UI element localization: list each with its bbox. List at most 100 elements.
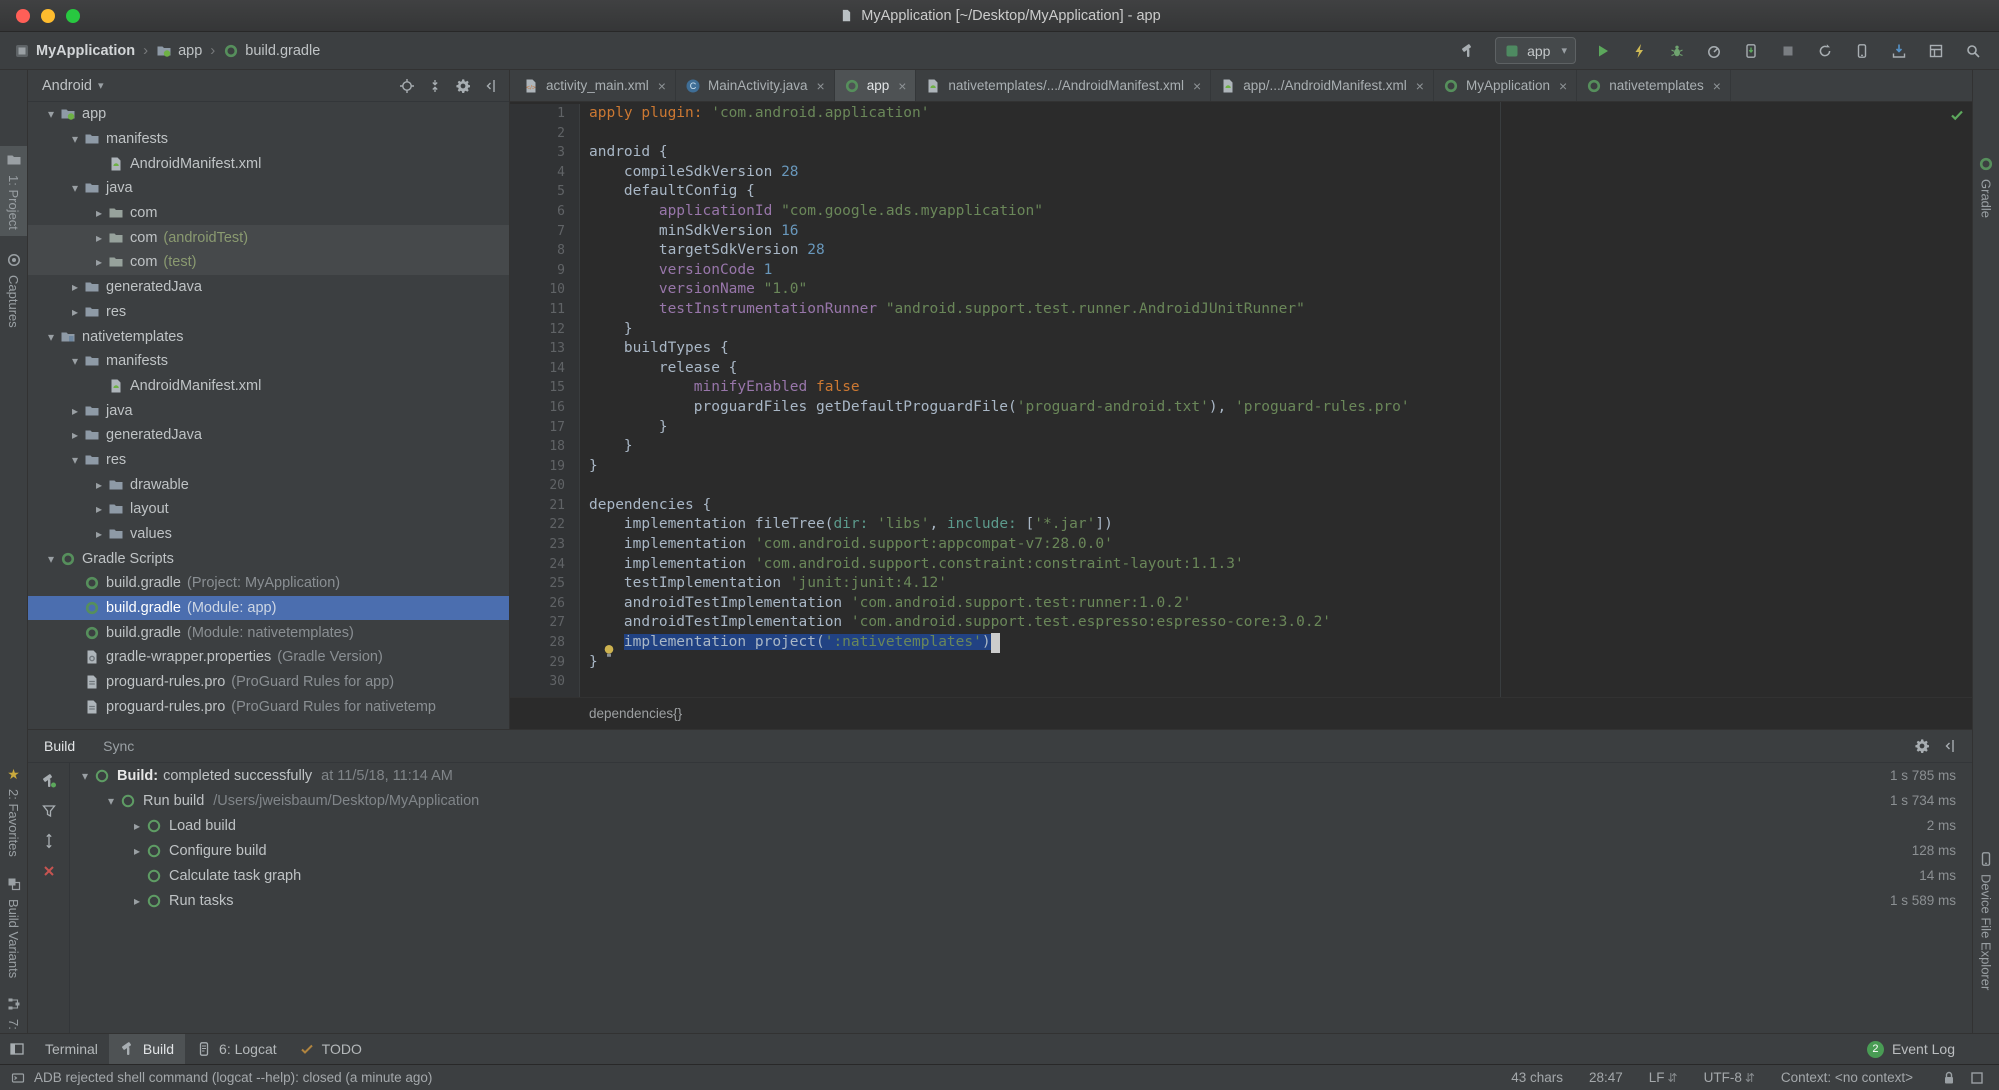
expand-arrow-icon[interactable]: ▾ [42, 107, 60, 121]
code-line-19[interactable]: } [589, 457, 1958, 477]
rerun-build-icon[interactable] [41, 773, 57, 789]
tab-nativetemplates[interactable]: nativetemplates × [1577, 70, 1731, 101]
expand-arrow-icon[interactable]: ▸ [90, 527, 108, 541]
instant-run-icon[interactable] [1630, 41, 1650, 61]
code-line-7[interactable]: minSdkVersion 16 [589, 222, 1958, 242]
tree-item-proguard-rules-pro-proguard-rules-for-nativetemp[interactable]: proguard-rules.pro (ProGuard Rules for na… [28, 695, 509, 720]
status-widget-43-chars[interactable]: 43 chars [1511, 1070, 1563, 1085]
expand-arrow-icon[interactable]: ▸ [90, 478, 108, 492]
bottom-tab-6-logcat[interactable]: 6: Logcat [185, 1034, 288, 1064]
layout-inspector-icon[interactable] [1926, 41, 1946, 61]
build-hammer-icon[interactable] [1458, 41, 1478, 61]
tree-item-com-androidtest[interactable]: ▸ com (androidTest) [28, 225, 509, 251]
hide-panel-icon[interactable] [1942, 738, 1958, 754]
tree-item-build-gradle-module-app[interactable]: build.gradle (Module: app) [28, 595, 509, 621]
toolwindow-button-captures[interactable]: Captures [0, 246, 27, 334]
code-line-23[interactable]: implementation 'com.android.support:appc… [589, 535, 1958, 555]
tree-item-generatedjava[interactable]: ▸ generatedJava [28, 423, 509, 448]
build-row-run-tasks[interactable]: ▸ Run tasks 1 s 589 ms [70, 888, 1972, 913]
tab-app-androidmanifest-xml[interactable]: app/.../AndroidManifest.xml × [1211, 70, 1434, 101]
code-line-1[interactable]: apply plugin: 'com.android.application' [589, 104, 1958, 124]
tree-item-com-test[interactable]: ▸ com (test) [28, 250, 509, 275]
toolwindow-button-gradle[interactable]: Gradle [1973, 150, 1999, 224]
tree-item-manifests[interactable]: ▾ manifests [28, 127, 509, 152]
code-line-24[interactable]: implementation 'com.android.support.cons… [589, 555, 1958, 575]
close-tab-icon[interactable]: × [1713, 78, 1721, 94]
avd-manager-icon[interactable] [1852, 41, 1872, 61]
expand-arrow-icon[interactable]: ▸ [128, 894, 146, 908]
locate-icon[interactable] [399, 78, 415, 94]
toolwindow-button-device-file-explorer[interactable]: Device File Explorer [1973, 845, 1999, 996]
tree-item-gradle-scripts[interactable]: ▾ Gradle Scripts [28, 546, 509, 571]
status-widget-28-47[interactable]: 28:47 [1589, 1070, 1623, 1085]
status-message[interactable]: ADB rejected shell command (logcat --hel… [34, 1070, 432, 1085]
intention-lightbulb-icon[interactable] [601, 643, 617, 659]
close-tab-icon[interactable]: × [1416, 78, 1424, 94]
expand-arrow-icon[interactable]: ▸ [90, 255, 108, 269]
code-line-27[interactable]: androidTestImplementation 'com.android.s… [589, 613, 1958, 633]
code-line-5[interactable]: defaultConfig { [589, 182, 1958, 202]
code-line-2[interactable] [589, 124, 1958, 144]
expand-all-icon[interactable] [41, 833, 57, 849]
expand-arrow-icon[interactable]: ▾ [42, 330, 60, 344]
settings-icon[interactable] [455, 78, 471, 94]
indicator-icon[interactable] [1969, 1070, 1985, 1086]
code-line-10[interactable]: versionName "1.0" [589, 280, 1958, 300]
expand-arrow-icon[interactable]: ▸ [66, 404, 84, 418]
status-widget-lf[interactable]: LF ⇵ [1649, 1070, 1678, 1085]
tree-item-androidmanifest-xml[interactable]: AndroidManifest.xml [28, 151, 509, 176]
code-line-29[interactable]: } [589, 653, 1958, 673]
close-tab-icon[interactable]: × [898, 78, 906, 94]
code-line-14[interactable]: release { [589, 359, 1958, 379]
close-window-button[interactable] [16, 9, 30, 23]
tab-mainactivity-java[interactable]: C MainActivity.java × [676, 70, 835, 101]
tree-item-res[interactable]: ▾ res [28, 448, 509, 473]
code-line-17[interactable]: } [589, 418, 1958, 438]
tab-myapplication[interactable]: MyApplication × [1434, 70, 1578, 101]
tree-item-layout[interactable]: ▸ layout [28, 497, 509, 522]
code-line-26[interactable]: androidTestImplementation 'com.android.s… [589, 594, 1958, 614]
event-log-button[interactable]: 2 Event Log [1866, 1034, 1955, 1064]
minimize-window-button[interactable] [41, 9, 55, 23]
inspections-ok-icon[interactable] [1949, 107, 1965, 123]
tree-item-generatedjava[interactable]: ▸ generatedJava [28, 275, 509, 300]
zoom-window-button[interactable] [66, 9, 80, 23]
toolwindow-stripe-toggle[interactable] [0, 1034, 34, 1064]
tree-item-values[interactable]: ▸ values [28, 522, 509, 547]
settings-icon[interactable] [1914, 738, 1930, 754]
stop-icon[interactable] [1778, 41, 1798, 61]
tree-item-gradle-wrapper-properties-gradle-version[interactable]: gradle-wrapper.properties (Gradle Version… [28, 645, 509, 670]
expand-arrow-icon[interactable]: ▾ [102, 794, 120, 808]
bottom-tab-todo[interactable]: TODO [288, 1034, 373, 1064]
build-row-load-build[interactable]: ▸ Load build 2 ms [70, 813, 1972, 838]
tree-item-java[interactable]: ▸ java [28, 398, 509, 423]
code-line-16[interactable]: proguardFiles getDefaultProguardFile('pr… [589, 398, 1958, 418]
build-row-build-completed-successfully[interactable]: ▾ Build: completed successfully at 11/5/18,… [70, 763, 1972, 788]
toolwindow-button-2-favorites[interactable]: ★ 2: Favorites [0, 760, 27, 863]
tree-item-drawable[interactable]: ▸ drawable [28, 472, 509, 497]
status-widget-utf-8[interactable]: UTF-8 ⇵ [1704, 1070, 1755, 1085]
gradle-sync-icon[interactable] [1815, 41, 1835, 61]
code-line-15[interactable]: minifyEnabled false [589, 378, 1958, 398]
profile-icon[interactable] [1704, 41, 1724, 61]
build-row-run-build[interactable]: ▾ Run build/Users/jweisbaum/Desktop/MyApp… [70, 788, 1972, 813]
code-line-3[interactable]: android { [589, 143, 1958, 163]
code-line-20[interactable] [589, 476, 1958, 496]
close-tab-icon[interactable]: × [1193, 78, 1201, 94]
collapse-all-icon[interactable] [427, 78, 443, 94]
tree-item-com[interactable]: ▸ com [28, 201, 509, 226]
code-line-11[interactable]: testInstrumentationRunner "android.suppo… [589, 300, 1958, 320]
expand-arrow-icon[interactable]: ▸ [90, 231, 108, 245]
stop-build-icon[interactable] [41, 863, 57, 879]
status-icon[interactable] [10, 1070, 26, 1086]
tree-item-androidmanifest-xml[interactable]: AndroidManifest.xml [28, 374, 509, 399]
tree-item-build-gradle-module-nativetemplates[interactable]: build.gradle (Module: nativetemplates) [28, 620, 509, 645]
project-view-selector[interactable]: Android [42, 78, 92, 94]
close-tab-icon[interactable]: × [817, 78, 825, 94]
code-editor[interactable]: 1 2 3 4 5 6 7 8 9 10 11 12 13 14 15 16 17 18 19 20 21 22 23 24 2… [510, 102, 1972, 697]
code-line-22[interactable]: implementation fileTree(dir: 'libs', inc… [589, 515, 1958, 535]
expand-arrow-icon[interactable]: ▸ [90, 206, 108, 220]
code-line-8[interactable]: targetSdkVersion 28 [589, 241, 1958, 261]
build-row-calculate-task-graph[interactable]: Calculate task graph 14 ms [70, 863, 1972, 888]
tree-item-build-gradle-project-myapplication[interactable]: build.gradle (Project: MyApplication) [28, 571, 509, 596]
